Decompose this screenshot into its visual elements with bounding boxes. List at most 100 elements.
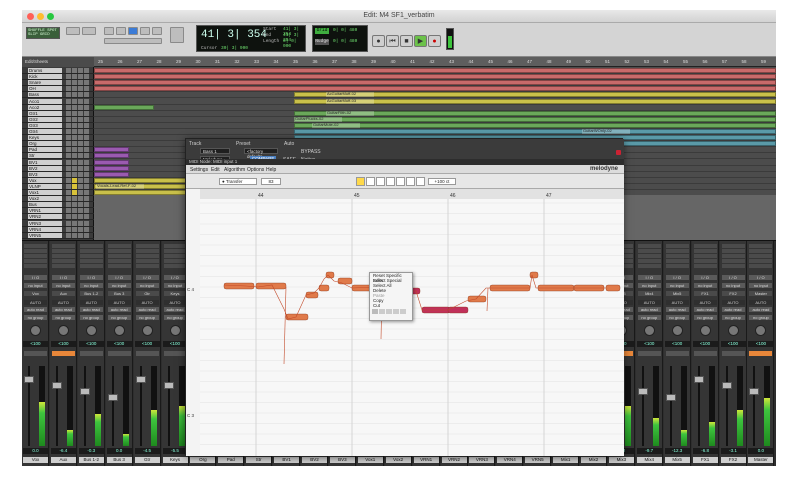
track-name[interactable]: Str	[28, 153, 62, 159]
input-select[interactable]: no input	[107, 283, 131, 288]
record-enable-button[interactable]	[66, 232, 71, 238]
menu-edit[interactable]: Edit	[211, 167, 220, 173]
insert-slot[interactable]	[749, 254, 773, 258]
solo-button[interactable]	[72, 202, 77, 208]
insert-slot[interactable]	[693, 259, 717, 263]
volume-fader[interactable]	[163, 382, 174, 389]
track-lane[interactable]	[94, 68, 776, 74]
input-select[interactable]: no input	[637, 283, 661, 288]
clip-label[interactable]: AcGuitarMuff-02	[326, 92, 374, 98]
output-select[interactable]: Bus 1-2	[79, 291, 103, 296]
insert-slot[interactable]	[693, 264, 717, 268]
audio-clip[interactable]	[94, 165, 129, 171]
record-button[interactable]	[107, 351, 131, 356]
group-select[interactable]: no group	[135, 315, 159, 320]
strip-name[interactable]: BV1	[274, 457, 300, 463]
link-toggle-icon[interactable]	[170, 27, 184, 43]
pan-knob[interactable]	[699, 325, 711, 336]
insert-slot[interactable]	[79, 244, 103, 248]
playlist-button[interactable]	[84, 86, 89, 92]
strip-name[interactable]: Mix4	[636, 457, 662, 463]
track-header-row[interactable]: Snare	[22, 80, 94, 87]
group-select[interactable]: no group	[665, 315, 689, 320]
solo-button[interactable]	[72, 110, 77, 116]
mute-button[interactable]	[78, 183, 83, 189]
automation-mode[interactable]: auto read	[107, 307, 131, 312]
mute-button[interactable]	[78, 74, 83, 80]
input-select[interactable]: no input	[79, 283, 103, 288]
record-button[interactable]	[79, 351, 103, 356]
track-name[interactable]: Gtr1	[28, 110, 62, 116]
audio-clip[interactable]	[294, 129, 776, 134]
output-select[interactable]: Gtr	[135, 291, 159, 296]
mute-button[interactable]	[78, 171, 83, 177]
output-select[interactable]: FX1	[693, 291, 717, 296]
context-tool-4-icon[interactable]	[393, 309, 399, 314]
strip-name[interactable]: Vox2	[385, 457, 411, 463]
pan-knob[interactable]	[141, 325, 153, 336]
track-name[interactable]: Org	[28, 141, 62, 147]
output-select[interactable]: Mix4	[637, 291, 661, 296]
audio-clip[interactable]	[94, 86, 776, 92]
strip-name[interactable]: VRN3	[469, 457, 495, 463]
record-enable-button[interactable]	[66, 171, 71, 177]
input-select[interactable]: no input	[24, 283, 47, 288]
record-button[interactable]	[135, 351, 159, 356]
mute-button[interactable]	[78, 104, 83, 110]
pan-knob[interactable]	[755, 325, 767, 336]
track-name[interactable]: Gtr4	[28, 129, 62, 134]
volume-value[interactable]: -3.1	[720, 448, 746, 454]
mute-button[interactable]	[78, 80, 83, 86]
mute-button[interactable]	[78, 214, 83, 220]
strip-name[interactable]: BV2	[302, 457, 327, 463]
pitch-modulation-tool-icon[interactable]	[376, 177, 385, 186]
insert-slot[interactable]	[721, 259, 745, 263]
group-select[interactable]: no group	[24, 315, 47, 320]
record-enable-button[interactable]	[66, 104, 71, 110]
insert-slot[interactable]	[24, 264, 47, 268]
strip-name[interactable]: VRN5	[525, 457, 551, 463]
insert-slot[interactable]	[721, 244, 745, 248]
track-name[interactable]: Gtr2	[28, 116, 62, 122]
insert-slot[interactable]	[163, 244, 187, 248]
insert-slot[interactable]	[637, 264, 661, 268]
record-enable-button[interactable]	[66, 183, 71, 189]
audio-clip[interactable]	[294, 116, 776, 122]
automation-mode[interactable]: auto read	[693, 307, 717, 312]
insert-slot[interactable]	[135, 244, 159, 248]
track-name[interactable]: Snare	[28, 80, 62, 86]
mute-button[interactable]	[78, 122, 83, 128]
playlist-button[interactable]	[84, 196, 89, 202]
automation-mode[interactable]: auto read	[51, 307, 75, 312]
mute-button[interactable]	[78, 153, 83, 159]
solo-button[interactable]	[72, 74, 77, 80]
group-select[interactable]: no group	[637, 315, 661, 320]
track-header-row[interactable]: Aco2	[22, 104, 94, 111]
solo-button[interactable]	[72, 92, 77, 98]
group-select[interactable]: no group	[721, 315, 745, 320]
record-button[interactable]	[24, 351, 47, 356]
track-header-row[interactable]: Drums	[22, 68, 94, 74]
strip-name[interactable]: FX1	[692, 457, 718, 463]
insert-slot[interactable]	[749, 259, 773, 263]
tempo-field[interactable]: 83	[261, 178, 281, 185]
playlist-button[interactable]	[84, 141, 89, 147]
track-name[interactable]: VRN4	[28, 226, 62, 232]
insert-slot[interactable]	[51, 254, 75, 258]
track-select[interactable]: Bass 1	[200, 148, 230, 154]
pan-knob[interactable]	[671, 325, 683, 336]
volume-fader[interactable]	[135, 376, 146, 383]
strip-name[interactable]: Pad	[218, 457, 244, 463]
record-enable-button[interactable]	[66, 98, 71, 104]
insert-slot[interactable]	[163, 249, 187, 253]
track-header-row[interactable]: Keys	[22, 135, 94, 142]
playlist-button[interactable]	[84, 171, 89, 177]
track-name[interactable]: BV3	[28, 171, 62, 177]
insert-slot[interactable]	[749, 244, 773, 248]
track-lane[interactable]	[94, 86, 776, 93]
track-name[interactable]: BV2	[28, 165, 62, 171]
record-enable-button[interactable]	[66, 220, 71, 226]
insert-slot[interactable]	[107, 254, 131, 258]
strip-name[interactable]: Org	[190, 457, 216, 463]
insert-slot[interactable]	[135, 259, 159, 263]
